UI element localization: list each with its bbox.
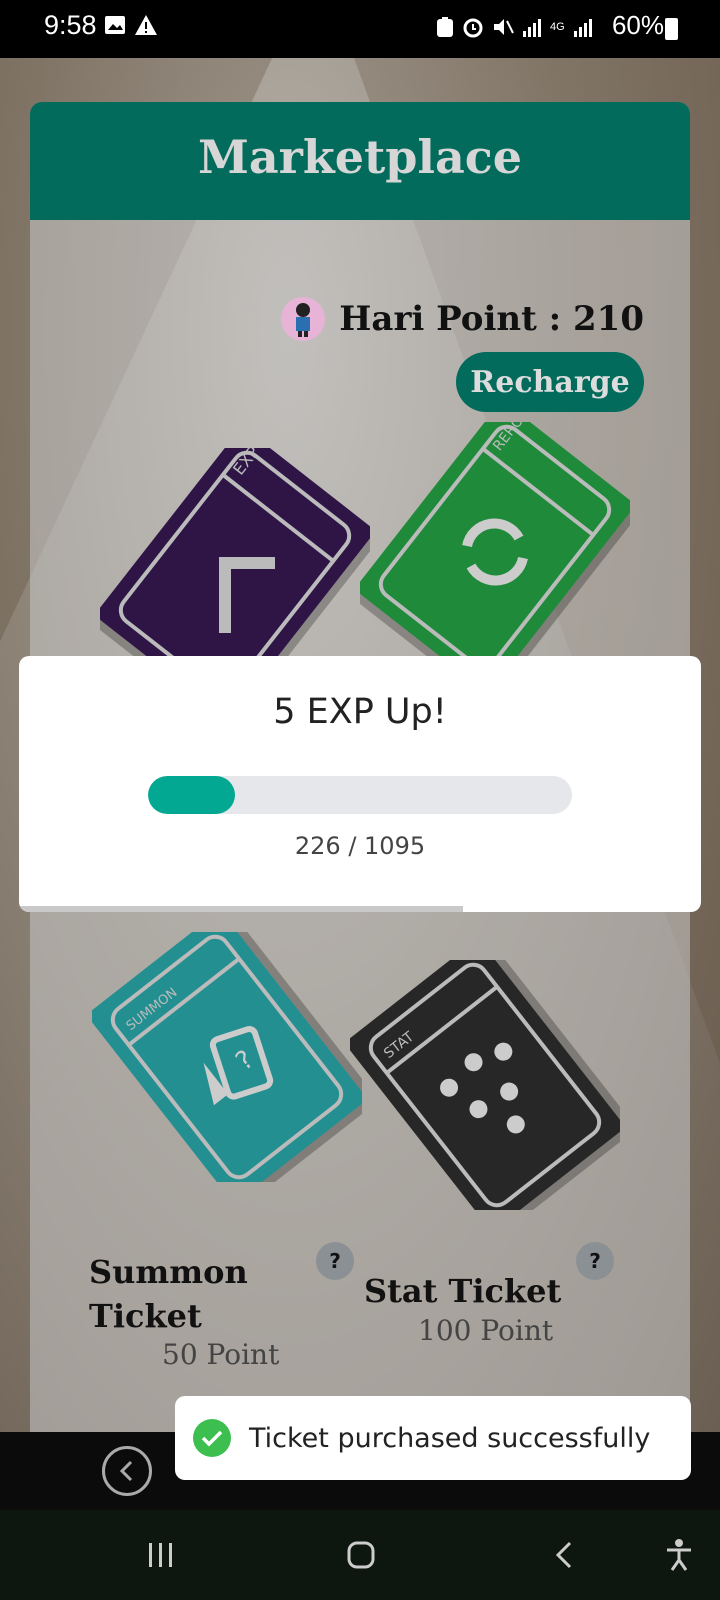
stat-help-button[interactable]: ? [576,1242,614,1280]
dialog-timer-bar [19,906,463,912]
chevron-left-icon [119,1460,133,1482]
summon-ticket-name: Summon Ticket [89,1253,248,1335]
exp-progress-fill [148,776,236,814]
summon-ticket[interactable]: SUMMON ? [92,932,362,1182]
reroll-ticket[interactable]: REROLL [360,422,630,672]
panel-header: Marketplace [30,102,690,220]
nfc-icon [437,17,453,37]
toast-message: Ticket purchased successfully [249,1422,651,1454]
status-time: 9:58 [44,10,97,40]
stat-ticket-name: Stat Ticket [364,1272,562,1310]
points-row: Hari Point : 210 [281,297,644,341]
network-type: 4G [550,21,565,33]
image-icon [105,16,125,34]
home-icon[interactable] [346,1540,376,1570]
battery-percent: 60% [611,10,664,40]
signal-icon [523,19,541,37]
summon-ticket-price: 50 Point [162,1338,280,1371]
warning-icon [135,15,157,35]
mute-icon [494,19,514,35]
status-bar: 9:58 4G 60% [0,0,720,58]
signal-icon-2 [573,19,592,37]
summon-help-button[interactable]: ? [316,1242,354,1280]
accessibility-icon[interactable] [664,1538,694,1572]
alarm-icon [463,18,483,38]
avatar [281,297,326,341]
exp-progress-bar [148,776,572,814]
recents-icon[interactable] [146,1540,176,1570]
points-balance: Hari Point : 210 [339,299,644,339]
exp-progress-text: 226 / 1095 [294,832,426,860]
system-nav-bar [0,1510,720,1600]
back-nav-button[interactable] [102,1446,152,1496]
dialog-title: 5 EXP Up! [273,692,447,732]
exp-up-dialog: 5 EXP Up! 226 / 1095 [19,656,701,912]
battery-icon [665,18,678,40]
check-circle-icon [193,1419,231,1457]
back-icon[interactable] [552,1540,576,1570]
toast-notification: Ticket purchased successfully [175,1396,691,1480]
stat-ticket-price: 100 Point [418,1314,554,1347]
recharge-button[interactable]: Recharge [456,352,644,412]
page-title: Marketplace [197,130,523,184]
stat-ticket[interactable]: STAT [350,960,620,1210]
